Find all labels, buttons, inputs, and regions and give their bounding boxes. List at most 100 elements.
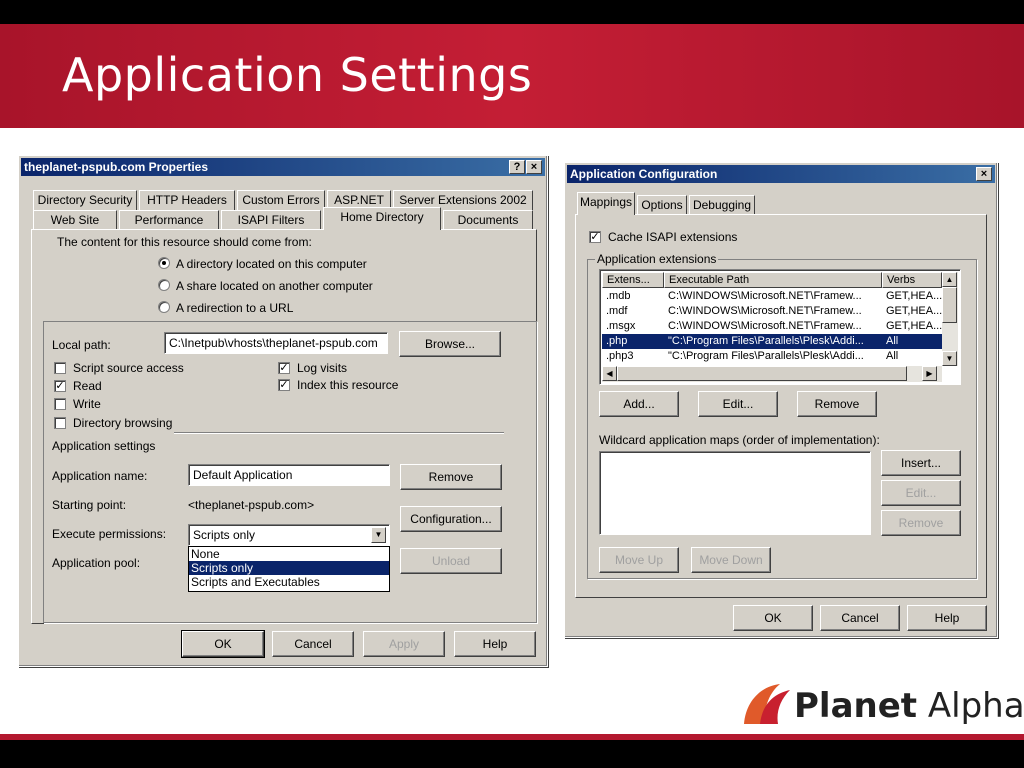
exec-option-scripts-executables[interactable]: Scripts and Executables (189, 575, 389, 589)
list-item[interactable]: .mdb C:\WINDOWS\Microsoft.NET\Framew... … (602, 289, 942, 304)
exec-permissions-options: None Scripts only Scripts and Executable… (188, 546, 390, 592)
app-settings-separator (174, 432, 504, 434)
radio-url-redirect-label: A redirection to a URL (176, 301, 294, 315)
script-source-checkbox[interactable] (54, 362, 66, 374)
remove-button[interactable]: Remove (797, 391, 877, 417)
tab-custom-errors[interactable]: Custom Errors (237, 190, 325, 210)
row-ext: .php (606, 335, 628, 347)
planet-alpha-logo-icon (744, 684, 790, 724)
list-item-selected[interactable]: .php "C:\Program Files\Parallels\Plesk\A… (602, 334, 942, 349)
local-path-label: Local path: (52, 338, 111, 352)
help-button[interactable]: Help (907, 605, 987, 631)
cache-isapi-checkbox[interactable]: ✓ (589, 231, 601, 243)
configuration-button[interactable]: Configuration... (400, 506, 502, 532)
footer-bar (0, 740, 1024, 768)
content-source-label: The content for this resource should com… (57, 235, 312, 249)
row-path: "C:\Program Files\Parallels\Plesk\Addi..… (668, 350, 864, 362)
remove-app-button[interactable]: Remove (400, 464, 502, 490)
close-icon[interactable]: × (976, 167, 992, 181)
edit-button[interactable]: Edit... (698, 391, 778, 417)
cache-isapi-label: Cache ISAPI extensions (608, 230, 738, 244)
radio-url-redirect[interactable] (158, 301, 170, 313)
row-path: C:\WINDOWS\Microsoft.NET\Framew... (668, 305, 862, 317)
list-item[interactable]: .php3 "C:\Program Files\Parallels\Plesk\… (602, 349, 942, 364)
app-name-label: Application name: (52, 469, 148, 483)
row-ext: .php3 (606, 350, 634, 362)
insert-button[interactable]: Insert... (881, 450, 961, 476)
apply-button[interactable]: Apply (363, 631, 445, 657)
tab-documents[interactable]: Documents (443, 210, 533, 230)
column-executable-path[interactable]: Executable Path (664, 272, 882, 288)
list-item[interactable]: .msgx C:\WINDOWS\Microsoft.NET\Framew...… (602, 319, 942, 334)
read-label: Read (73, 379, 102, 393)
scroll-right-icon[interactable]: ▶ (922, 366, 937, 381)
scroll-thumb[interactable] (942, 287, 957, 323)
tab-directory-security[interactable]: Directory Security (33, 190, 137, 210)
exec-permissions-label: Execute permissions: (52, 527, 167, 541)
move-down-button[interactable]: Move Down (691, 547, 771, 573)
local-path-input[interactable]: C:\Inetpub\vhosts\theplanet-pspub.com (164, 332, 388, 354)
tab-isapi-filters[interactable]: ISAPI Filters (221, 210, 321, 230)
write-checkbox[interactable] (54, 398, 66, 410)
extensions-list[interactable]: Extens... Executable Path Verbs .mdb C:\… (599, 269, 961, 385)
tab-web-site[interactable]: Web Site (33, 210, 117, 230)
row-path: C:\WINDOWS\Microsoft.NET\Framew... (668, 290, 862, 302)
exec-option-none[interactable]: None (189, 547, 389, 561)
exec-permissions-dropdown-icon[interactable]: ▼ (371, 527, 386, 543)
script-source-label: Script source access (73, 361, 184, 375)
read-checkbox[interactable]: ✓ (54, 380, 66, 392)
directory-browsing-label: Directory browsing (73, 416, 173, 430)
list-item[interactable]: .mdf C:\WINDOWS\Microsoft.NET\Framew... … (602, 304, 942, 319)
hscroll-thumb[interactable] (617, 366, 907, 381)
ok-button[interactable]: OK (181, 630, 265, 658)
column-extension[interactable]: Extens... (602, 272, 664, 288)
radio-local-directory[interactable] (158, 257, 170, 269)
help-title-button[interactable]: ? (509, 160, 525, 174)
radio-network-share[interactable] (158, 279, 170, 291)
tab-performance[interactable]: Performance (119, 210, 219, 230)
column-verbs[interactable]: Verbs (882, 272, 942, 288)
ok-button[interactable]: OK (733, 605, 813, 631)
scroll-down-icon[interactable]: ▼ (942, 351, 957, 366)
close-icon[interactable]: × (526, 160, 542, 174)
row-verbs: All (886, 350, 899, 362)
properties-dialog: theplanet-pspub.com Properties ? × Direc… (18, 155, 548, 667)
properties-dialog-title: theplanet-pspub.com Properties (21, 158, 545, 176)
row-verbs: GET,HEA... (886, 290, 942, 302)
row-ext: .mdf (606, 305, 628, 317)
cancel-button[interactable]: Cancel (272, 631, 354, 657)
row-verbs: All (886, 335, 899, 347)
index-resource-checkbox[interactable]: ✓ (278, 379, 290, 391)
app-pool-label: Application pool: (52, 556, 141, 570)
exec-option-scripts-only[interactable]: Scripts only (189, 561, 389, 575)
tab-options[interactable]: Options (637, 195, 687, 215)
app-name-input[interactable]: Default Application (188, 464, 390, 486)
cancel-button[interactable]: Cancel (820, 605, 900, 631)
row-ext: .msgx (606, 320, 636, 332)
help-button[interactable]: Help (454, 631, 536, 657)
wildcard-remove-button[interactable]: Remove (881, 510, 961, 536)
tab-home-directory[interactable]: Home Directory (323, 207, 441, 230)
scroll-up-icon[interactable]: ▲ (942, 272, 957, 287)
slide-title: Application Settings (62, 48, 533, 102)
browse-button[interactable]: Browse... (399, 331, 501, 357)
wildcard-label: Wildcard application maps (order of impl… (599, 433, 880, 447)
row-verbs: GET,HEA... (886, 320, 942, 332)
tab-http-headers[interactable]: HTTP Headers (139, 190, 235, 210)
tab-mappings[interactable]: Mappings (577, 192, 635, 215)
unload-button[interactable]: Unload (400, 548, 502, 574)
tab-debugging[interactable]: Debugging (689, 195, 755, 215)
row-path: "C:\Program Files\Parallels\Plesk\Addi..… (668, 335, 864, 347)
starting-point-value: <theplanet-pspub.com> (188, 498, 315, 512)
add-button[interactable]: Add... (599, 391, 679, 417)
scroll-left-icon[interactable]: ◀ (602, 366, 617, 381)
wildcard-edit-button[interactable]: Edit... (881, 480, 961, 506)
log-visits-checkbox[interactable]: ✓ (278, 362, 290, 374)
write-label: Write (73, 397, 101, 411)
app-config-dialog: Application Configuration × Mappings Opt… (564, 162, 998, 638)
directory-browsing-checkbox[interactable] (54, 417, 66, 429)
row-path: C:\WINDOWS\Microsoft.NET\Framew... (668, 320, 862, 332)
move-up-button[interactable]: Move Up (599, 547, 679, 573)
exec-permissions-select[interactable]: Scripts only (188, 524, 390, 546)
wildcard-list[interactable] (599, 451, 871, 535)
